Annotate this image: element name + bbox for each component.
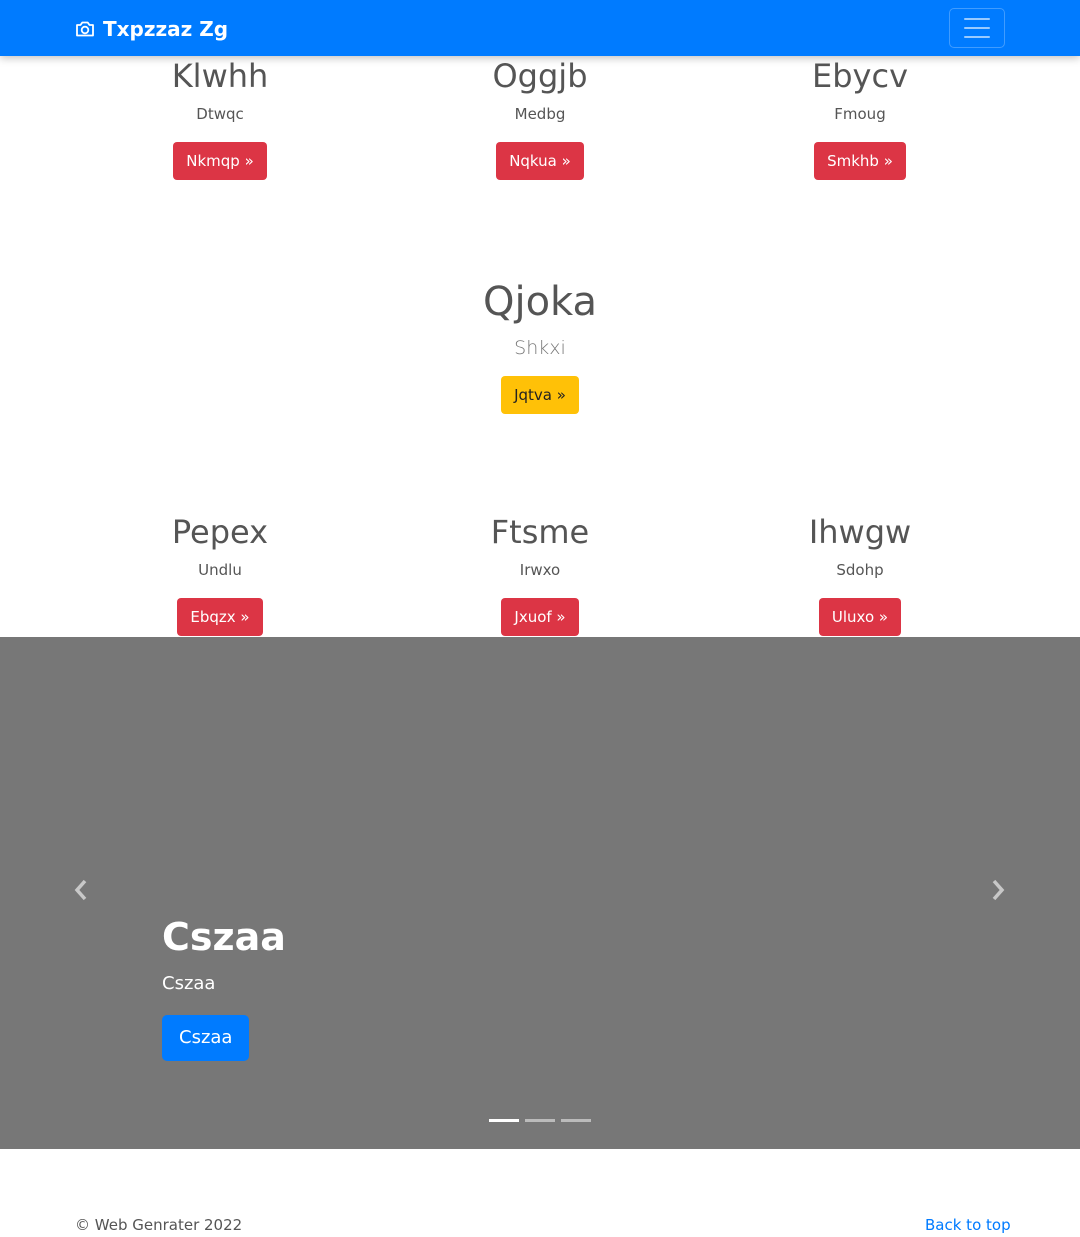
feature-button[interactable]: Nqkua » (496, 142, 584, 180)
hero-text: Shkxi (514, 337, 566, 359)
navbar: Txpzzaz Zg (0, 0, 1080, 56)
carousel-next-button[interactable] (983, 877, 1013, 907)
feature-title: Ihwgw (808, 513, 912, 551)
feature-title: Oggjb (492, 57, 588, 95)
carousel-indicators (489, 1119, 591, 1122)
feature-button[interactable]: Smkhb » (814, 142, 906, 180)
feature-title: Ebycv (812, 57, 908, 95)
back-to-top-link[interactable]: Back to top (925, 1215, 1011, 1235)
feature-card: Klwhh Dtwqc Nkmqp » (60, 58, 380, 180)
feature-button[interactable]: Jxuof » (501, 598, 579, 636)
carousel-button[interactable]: Cszaa (162, 1015, 250, 1061)
chevron-left-icon (73, 879, 89, 905)
carousel-title: Cszaa (162, 915, 286, 959)
feature-text: Undlu (198, 561, 242, 579)
feature-text: Fmoug (834, 105, 886, 123)
navbar-toggler-button[interactable] (949, 8, 1005, 48)
hero-title: Qjoka (482, 279, 598, 325)
hamburger-menu-icon (964, 18, 990, 20)
feature-title: Pepex (171, 513, 269, 551)
carousel: Cszaa Cszaa Cszaa (0, 637, 1080, 1149)
carousel-text: Cszaa (162, 973, 216, 994)
carousel-indicator[interactable] (561, 1119, 591, 1122)
feature-text: Medbg (514, 105, 566, 123)
hero-button[interactable]: Jqtva » (501, 376, 579, 414)
feature-button[interactable]: Uluxo » (818, 598, 902, 636)
carousel-caption: Cszaa Cszaa Cszaa (162, 915, 286, 1061)
feature-button[interactable]: Ebqzx » (177, 598, 263, 636)
carousel-indicator[interactable] (525, 1119, 555, 1122)
carousel-prev-button[interactable] (66, 877, 96, 907)
feature-card: Ihwgw Sdohp Uluxo » (700, 514, 1020, 636)
feature-card: Pepex Undlu Ebqzx » (60, 514, 380, 636)
feature-text: Dtwqc (196, 105, 244, 123)
brand-name: Txpzzaz Zg (103, 17, 229, 41)
chevron-right-icon (990, 879, 1006, 905)
footer-copyright: © Web Genrater 2022 (75, 1216, 243, 1234)
carousel-indicator[interactable] (489, 1119, 519, 1122)
hero-section: Qjoka Shkxi Jqtva » (340, 278, 740, 414)
feature-button[interactable]: Nkmqp » (173, 142, 267, 180)
feature-text: Irwxo (519, 561, 561, 579)
camera-icon (75, 20, 95, 38)
feature-title: Ftsme (490, 513, 590, 551)
feature-card: Oggjb Medbg Nqkua » (380, 58, 700, 180)
feature-text: Sdohp (836, 561, 884, 579)
feature-card: Ftsme Irwxo Jxuof » (380, 514, 700, 636)
feature-title: Klwhh (171, 57, 269, 95)
feature-card: Ebycv Fmoug Smkhb » (700, 58, 1020, 180)
navbar-brand[interactable]: Txpzzaz Zg (75, 15, 228, 43)
